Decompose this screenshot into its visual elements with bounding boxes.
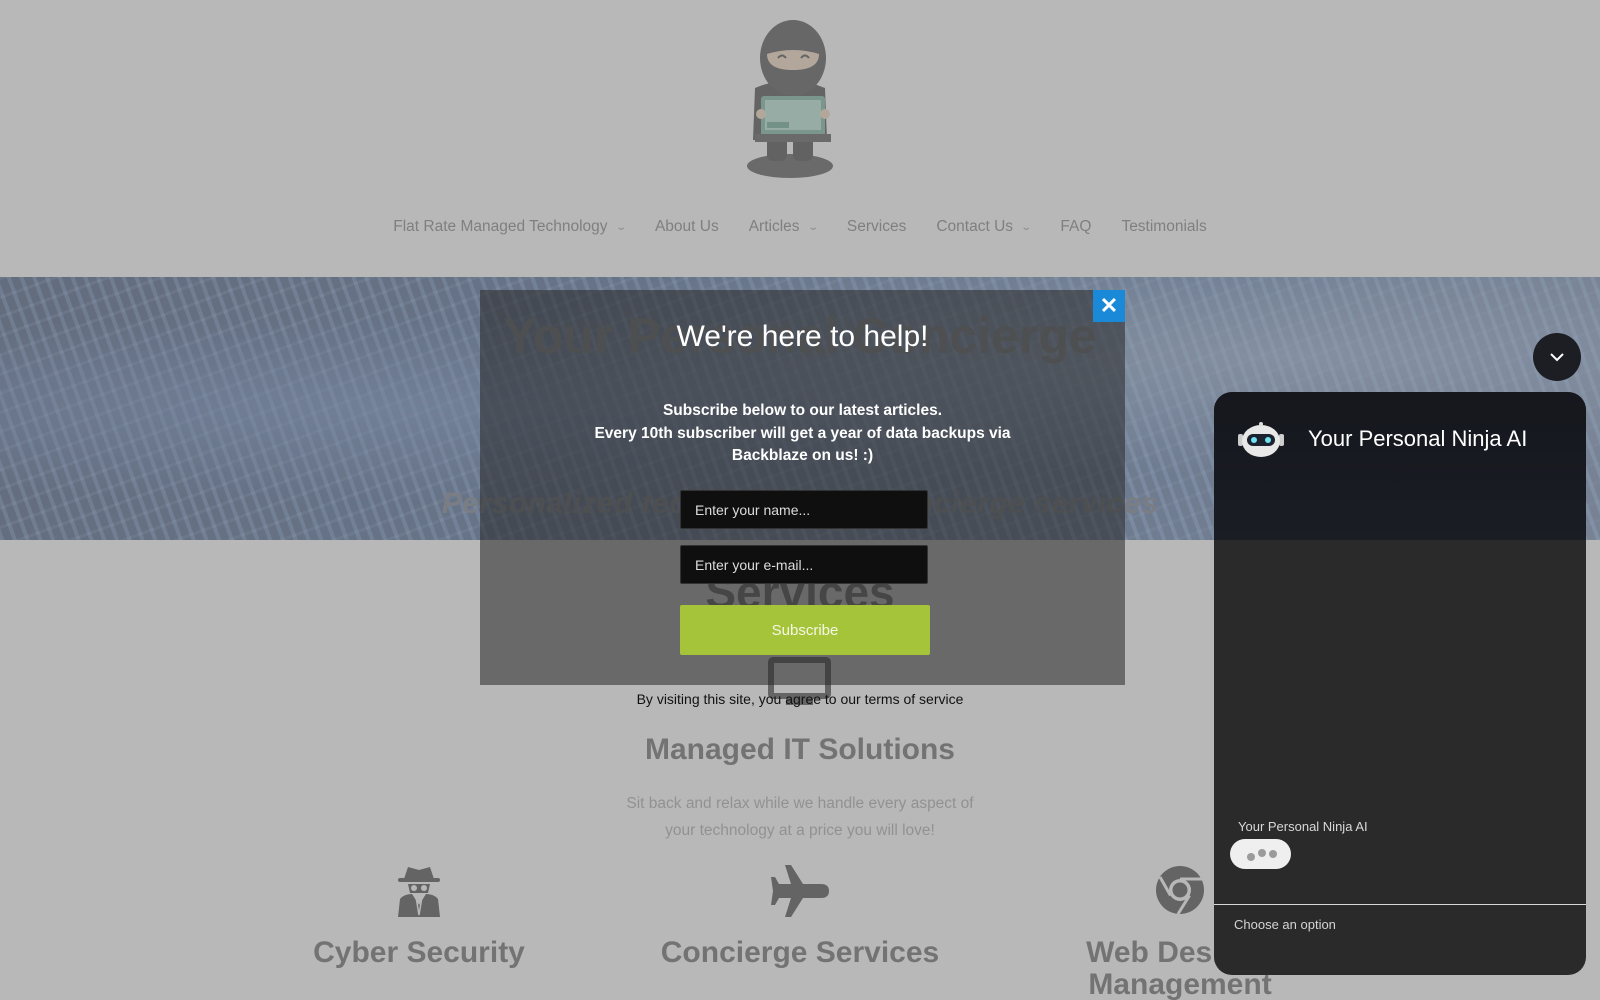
chat-divider — [1214, 904, 1586, 905]
close-icon[interactable]: ✕ — [1093, 290, 1125, 322]
subscribe-button[interactable]: Subscribe — [680, 605, 930, 655]
service-cyber-security[interactable]: Cyber Security — [259, 865, 579, 969]
chevron-down-icon — [1550, 353, 1564, 362]
typing-indicator — [1230, 839, 1291, 869]
robot-avatar-icon — [1238, 422, 1284, 457]
chat-widget: Your Personal Ninja AI Your Personal Nin… — [1214, 392, 1586, 975]
chat-title: Your Personal Ninja AI — [1308, 426, 1528, 451]
spy-icon — [398, 867, 440, 917]
service-name: Concierge Services — [660, 936, 940, 969]
chevron-down-icon: ⌄ — [806, 221, 819, 233]
chevron-down-icon: ⌄ — [614, 221, 627, 233]
service-name: Cyber Security — [313, 936, 525, 969]
nav-item-testimonials[interactable]: Testimonials — [1106, 218, 1221, 236]
chat-minimize-button[interactable] — [1533, 333, 1581, 381]
nav-item-services[interactable]: Services — [832, 218, 921, 236]
site-header: Flat Rate Managed Technology ⌄ About Us A… — [0, 0, 1600, 277]
nav-item-articles[interactable]: Articles ⌄ — [734, 218, 832, 236]
chrome-icon — [1156, 866, 1204, 915]
name-input[interactable] — [680, 490, 928, 529]
managed-it-description: Sit back and relax while we handle every… — [626, 795, 974, 839]
nav-item-flat-rate[interactable]: Flat Rate Managed Technology ⌄ — [378, 218, 640, 236]
chat-option-input[interactable]: Choose an option — [1234, 917, 1336, 932]
chevron-down-icon: ⌄ — [1020, 221, 1033, 233]
subscribe-popup: We're here to help! Subscribe below to o… — [480, 290, 1125, 685]
nav-item-contact-us[interactable]: Contact Us ⌄ — [921, 218, 1045, 236]
popup-text: Subscribe below to our latest articles. … — [594, 402, 1011, 464]
popup-title: We're here to help! — [676, 320, 929, 353]
message-sender: Your Personal Ninja AI — [1238, 819, 1368, 834]
nav-item-faq[interactable]: FAQ — [1045, 218, 1106, 236]
ninja-logo[interactable] — [745, 18, 840, 180]
service-concierge[interactable]: Concierge Services — [640, 865, 960, 969]
plane-icon — [771, 865, 829, 917]
email-input[interactable] — [680, 545, 928, 584]
nav-item-about-us[interactable]: About Us — [640, 218, 734, 236]
main-nav: Flat Rate Managed Technology ⌄ About Us A… — [0, 218, 1600, 236]
chat-header: Your Personal Ninja AI — [1214, 392, 1586, 540]
